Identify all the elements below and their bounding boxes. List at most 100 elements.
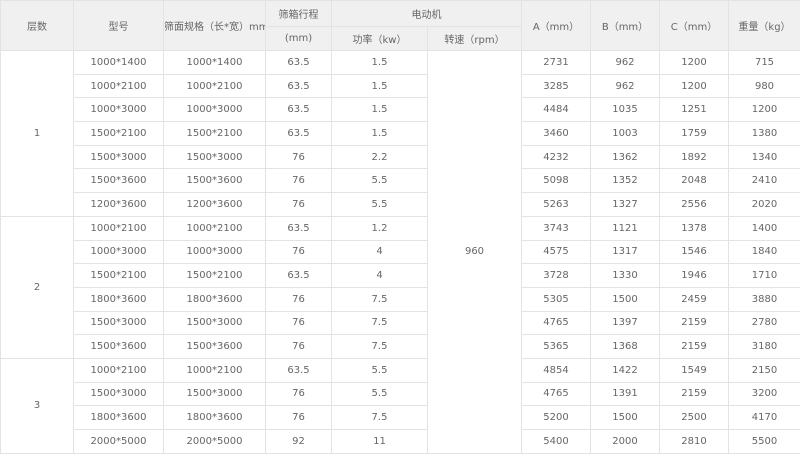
b-dimension-cell: 1352	[590, 168, 660, 194]
c-dimension-cell: 2159	[659, 334, 729, 359]
stroke-cell: 63.5	[265, 263, 332, 288]
table-row: 1800*3600 1800*3600 76 7.5 5305 1500 2459 3880	[1, 286, 800, 312]
layer-cell: 1	[0, 50, 74, 217]
table-row: 1000*2100 1000*2100 63.5 1.5 3285 962 1200 980	[1, 73, 800, 99]
c-dimension-cell: 2556	[659, 192, 729, 217]
screen-spec-cell: 1000*3000	[163, 239, 266, 265]
stroke-cell: 63.5	[265, 121, 332, 146]
c-dimension-cell: 1946	[659, 263, 729, 288]
stroke-cell: 76	[265, 405, 332, 430]
weight-cell: 1340	[728, 144, 800, 170]
stroke-cell: 76	[265, 286, 332, 312]
model-cell: 1000*2100	[73, 73, 164, 99]
model-cell: 1500*3600	[73, 334, 164, 359]
b-dimension-cell: 1397	[590, 310, 660, 336]
header-speed: 转速（rpm）	[427, 26, 522, 51]
weight-cell: 1840	[728, 239, 800, 265]
screen-spec-cell: 1000*1400	[163, 50, 266, 75]
b-dimension-cell: 1317	[590, 239, 660, 265]
table-row: 1500*3000 1500*3000 76 7.5 4765 1397 2159 2780	[1, 310, 800, 336]
stroke-cell: 76	[265, 310, 332, 336]
stroke-cell: 76	[265, 381, 332, 407]
screen-spec-cell: 1800*3600	[163, 286, 266, 312]
weight-cell: 2020	[728, 192, 800, 217]
table-row: 1000*3000 1000*3000 76 4 4575 1317 1546 1840	[1, 239, 800, 265]
model-cell: 1800*3600	[73, 286, 164, 312]
table-row: 1500*3000 1500*3000 76 2.2 4232 1362 1892 1340	[1, 144, 800, 170]
screen-spec-cell: 1500*3000	[163, 310, 266, 336]
c-dimension-cell: 1251	[659, 97, 729, 123]
weight-cell: 1380	[728, 121, 800, 146]
layer-cell: 3	[0, 357, 74, 454]
power-cell: 2.2	[331, 144, 428, 170]
screen-spec-cell: 1500*3600	[163, 168, 266, 194]
c-dimension-cell: 1759	[659, 121, 729, 146]
a-dimension-cell: 4765	[521, 310, 591, 336]
weight-cell: 980	[728, 73, 800, 99]
c-dimension-cell: 2048	[659, 168, 729, 194]
table-body: 1 1000*1400 1000*1400 63.5 1.5 960 2731 962 1200…	[0, 50, 800, 454]
a-dimension-cell: 5263	[521, 192, 591, 217]
screen-spec-cell: 1500*3600	[163, 334, 266, 359]
table-row: 1500*2100 1500*2100 63.5 4 3728 1330 1946 1710	[1, 263, 800, 288]
model-cell: 1200*3600	[73, 192, 164, 217]
power-cell: 7.5	[331, 405, 428, 430]
model-cell: 1000*2100	[73, 357, 164, 383]
screen-spec-cell: 1000*3000	[163, 97, 266, 123]
weight-cell: 2150	[728, 357, 800, 383]
power-cell: 1.5	[331, 50, 428, 75]
table-row: 2000*5000 2000*5000 92 11 5400 2000 2810 5500	[1, 429, 800, 454]
weight-cell: 5500	[728, 429, 800, 454]
stroke-cell: 76	[265, 192, 332, 217]
weight-cell: 2780	[728, 310, 800, 336]
power-cell: 1.2	[331, 215, 428, 241]
a-dimension-cell: 5305	[521, 286, 591, 312]
screen-spec-cell: 1000*2100	[163, 215, 266, 241]
power-cell: 7.5	[331, 334, 428, 359]
model-cell: 1000*2100	[73, 215, 164, 241]
power-cell: 11	[331, 429, 428, 454]
c-dimension-cell: 1200	[659, 73, 729, 99]
table-row: 3 1000*2100 1000*2100 63.5 5.5 4854 1422 1549 21…	[0, 357, 800, 454]
c-dimension-cell: 2159	[659, 310, 729, 336]
screen-spec-cell: 1500*2100	[163, 263, 266, 288]
a-dimension-cell: 4232	[521, 144, 591, 170]
b-dimension-cell: 1121	[590, 215, 660, 241]
screen-spec-cell: 1500*3000	[163, 381, 266, 407]
stroke-cell: 76	[265, 144, 332, 170]
b-dimension-cell: 1330	[590, 263, 660, 288]
screen-spec-cell: 1500*3000	[163, 144, 266, 170]
weight-cell: 1400	[728, 215, 800, 241]
a-dimension-cell: 4765	[521, 381, 591, 407]
c-dimension-cell: 2159	[659, 381, 729, 407]
a-dimension-cell: 3743	[521, 215, 591, 241]
b-dimension-cell: 1327	[590, 192, 660, 217]
power-cell: 1.5	[331, 97, 428, 123]
header-motor: 电动机	[331, 0, 522, 27]
a-dimension-cell: 4484	[521, 97, 591, 123]
header-layers: 层数	[0, 0, 74, 51]
spec-table: 层数 型号 筛面规格（长*宽）mm 筛箱行程 电动机 A（mm） B（mm） C…	[0, 0, 800, 454]
table-row: 2 1000*2100 1000*2100 63.5 1.2 3743 1121 1378 14…	[0, 215, 800, 359]
weight-cell: 3880	[728, 286, 800, 312]
table-row: 1000*3000 1000*3000 63.5 1.5 4484 1035 1251 120…	[1, 97, 800, 123]
c-dimension-cell: 2500	[659, 405, 729, 430]
weight-cell: 4170	[728, 405, 800, 430]
weight-cell: 1200	[728, 97, 800, 123]
weight-cell: 3200	[728, 381, 800, 407]
a-dimension-cell: 5400	[521, 429, 591, 454]
table-row: 1800*3600 1800*3600 76 7.5 5200 1500 2500 4170	[1, 405, 800, 430]
stroke-cell: 76	[265, 239, 332, 265]
a-dimension-cell: 4575	[521, 239, 591, 265]
c-dimension-cell: 2810	[659, 429, 729, 454]
model-cell: 1500*3000	[73, 381, 164, 407]
weight-cell: 715	[728, 50, 800, 75]
weight-cell: 2410	[728, 168, 800, 194]
model-cell: 1500*3000	[73, 310, 164, 336]
screen-spec-cell: 1000*2100	[163, 73, 266, 99]
stroke-cell: 63.5	[265, 50, 332, 75]
table-row: 1500*2100 1500*2100 63.5 1.5 3460 1003 1759 138…	[1, 121, 800, 146]
stroke-cell: 76	[265, 334, 332, 359]
weight-cell: 3180	[728, 334, 800, 359]
c-dimension-cell: 1892	[659, 144, 729, 170]
